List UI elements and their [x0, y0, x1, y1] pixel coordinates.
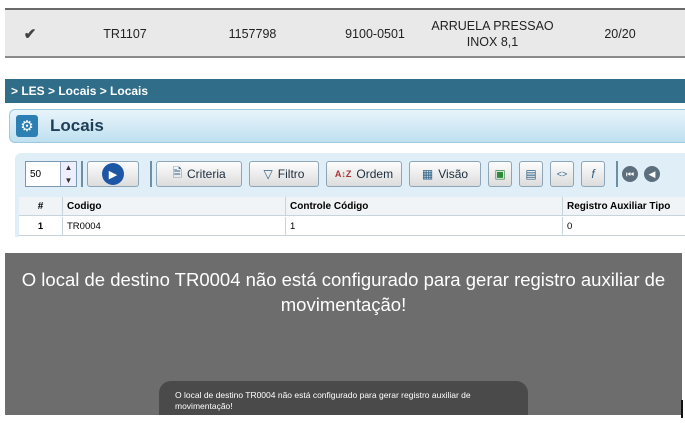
error-dialog: O local de destino TR0004 não está confi… [5, 253, 682, 415]
code-button[interactable]: <> [550, 161, 574, 187]
table-row[interactable]: ✔︎ TR1107 1157798 9100-0501 ARRUELA PRES… [5, 10, 685, 58]
page-size-value: 50 [30, 168, 42, 180]
view-label: Visão [438, 167, 469, 181]
text-cursor [681, 400, 683, 418]
table-row[interactable]: 1 TR0004 1 0 [19, 217, 685, 236]
funnel-icon: ▽ [263, 167, 273, 181]
play-icon: ▶ [102, 163, 124, 185]
grid-view-icon: ▦ [421, 167, 434, 181]
function-icon: f [591, 167, 595, 181]
order-label: Ordem [356, 167, 394, 181]
toolbar: 50 ▲ ▼ ▶ 🗎︎ Criteria ▽ Filtro A↕Z Ordem ▦… [15, 157, 685, 191]
criteria-icon: 🗎︎ [172, 165, 182, 180]
toolbar-separator [616, 161, 618, 187]
les-locais-panel: > LES > Locais > Locais ⚙ Locais 50 ▲ ▼ ▶… [5, 79, 685, 237]
dialog-message: O local de destino TR0004 não está confi… [21, 269, 666, 315]
order-button[interactable]: A↕Z Ordem [326, 161, 402, 187]
criteria-button[interactable]: 🗎︎ Criteria [156, 161, 242, 187]
page-size-stepper[interactable]: 50 ▲ ▼ [25, 161, 77, 187]
code-icon: <> [556, 169, 568, 179]
export-button[interactable]: ▣ [488, 161, 512, 187]
filter-button[interactable]: ▽ Filtro [249, 161, 319, 187]
gear-icon: ⚙ [16, 115, 38, 137]
cell-registro-auxiliar-tipo: 0 [563, 217, 685, 236]
page-header: ⚙ Locais [9, 109, 685, 143]
save-icon: ▤ [525, 167, 537, 181]
sort-az-icon: A↕Z [334, 169, 352, 179]
column-header-index[interactable]: # [19, 197, 63, 216]
first-page-icon[interactable]: ⏮︎ [622, 166, 638, 182]
run-button[interactable]: ▶ [87, 161, 139, 187]
save-button[interactable]: ▤ [519, 161, 543, 187]
item-row-panel: ✔︎ TR1107 1157798 9100-0501 ARRUELA PRES… [5, 0, 685, 66]
grid-header-row: # Codigo Controle Código Registro Auxili… [19, 197, 685, 216]
row-cell-location: TR1107 [103, 27, 147, 41]
column-header-registro-auxiliar-tipo[interactable]: Registro Auxiliar Tipo [563, 197, 685, 216]
filter-label: Filtro [277, 167, 305, 181]
function-button[interactable]: f [581, 161, 605, 187]
column-header-codigo[interactable]: Codigo [63, 197, 286, 216]
toolbar-separator [81, 161, 83, 187]
criteria-label: Criteria [186, 167, 226, 181]
cell-codigo: TR0004 [63, 217, 286, 236]
double-check-icon: ✔︎ [23, 26, 37, 43]
toolbar-separator [150, 161, 152, 187]
row-cell-description: ARRUELA PRESSAO INOX 8,1 [431, 19, 554, 49]
breadcrumb: > LES > Locais > Locais [5, 79, 685, 103]
stepper-arrows-icon[interactable]: ▲ ▼ [60, 162, 76, 186]
column-header-controle-codigo[interactable]: Controle Código [286, 197, 563, 216]
page-title: Locais [50, 116, 104, 135]
view-button[interactable]: ▦ Visão [409, 161, 481, 187]
cell-index: 1 [19, 217, 63, 236]
toast-notification: O local de destino TR0004 não está confi… [159, 381, 528, 415]
previous-page-icon[interactable]: ◀ [644, 166, 660, 182]
row-cell-quantity: 20/20 [604, 27, 636, 41]
export-icon: ▣ [494, 167, 506, 181]
row-cell-code: 1157798 [228, 27, 277, 41]
data-grid: # Codigo Controle Código Registro Auxili… [19, 197, 685, 237]
row-cell-part-number: 9100-0501 [345, 27, 405, 41]
cell-controle-codigo: 1 [286, 217, 563, 236]
